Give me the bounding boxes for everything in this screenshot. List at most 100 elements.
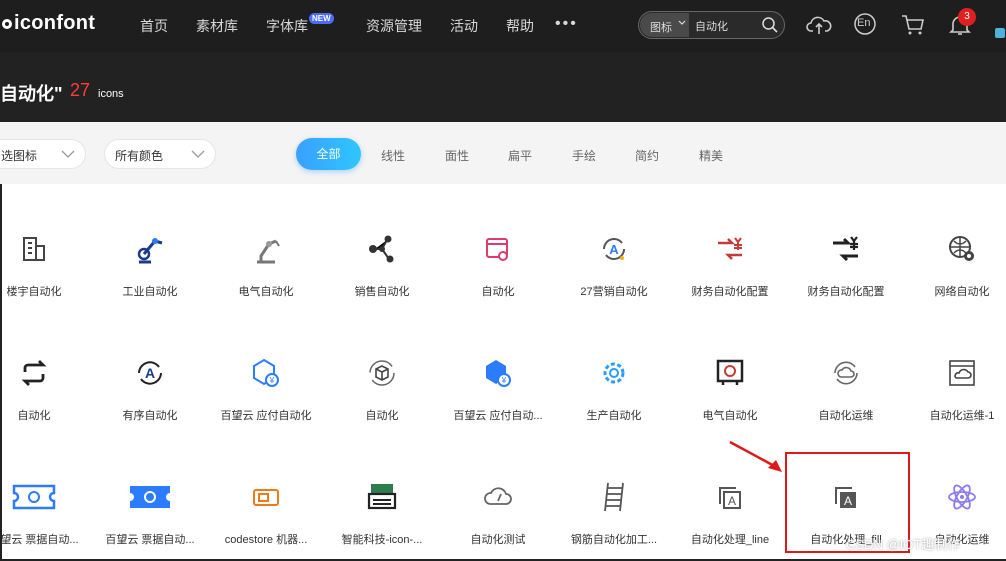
card-orange-icon — [253, 489, 279, 506]
icon-label: 自动化 — [17, 410, 51, 422]
tab-fill[interactable]: 面性 — [445, 147, 469, 164]
tab-line[interactable]: 线性 — [381, 147, 405, 164]
svg-text:A: A — [145, 365, 155, 381]
results-count: 27 — [70, 80, 91, 100]
icon-card[interactable]: 百望云 票据自动... — [0, 432, 92, 556]
icon-card[interactable]: 财务自动化配置 — [672, 184, 788, 308]
tab-simple[interactable]: 简约 — [635, 147, 659, 164]
search-type-label: 图标 — [650, 22, 672, 34]
search-box: 图标 自动化 — [638, 11, 785, 39]
chevron-down-icon — [191, 150, 205, 158]
icon-label: 百望云 应付自动... — [453, 410, 543, 422]
ladder-icon — [604, 482, 624, 512]
watermark: CSDN @IOT趣制作 — [846, 537, 961, 552]
sync-icon — [21, 360, 47, 386]
nav-item-events[interactable]: 活动 — [450, 16, 478, 36]
finance-dark-icon — [833, 236, 858, 262]
logo-text: iconfont — [14, 12, 96, 34]
icon-card[interactable]: ¥ 百望云 应付自动... — [440, 308, 556, 432]
gear-blue-icon — [603, 362, 625, 384]
finance-red-icon — [718, 237, 742, 260]
printer-icon — [367, 484, 397, 510]
icon-label: 销售自动化 — [354, 286, 410, 298]
color-select[interactable]: 所有颜色 — [104, 139, 216, 169]
top-nav-bar: iconfont 首页 素材库 字体库 NEW 资源管理 活动 帮助 ••• 图标… — [0, 0, 1006, 52]
main-nav: 首页 素材库 字体库 NEW 资源管理 活动 帮助 — [140, 13, 562, 36]
icon-card[interactable]: 百望云 票据自动... — [92, 432, 208, 556]
network-nodes-icon — [369, 235, 394, 263]
more-menu-icon[interactable]: ••• — [555, 15, 578, 33]
icon-card[interactable]: 工业自动化 — [92, 184, 208, 308]
icon-label: codestore 机器... — [224, 534, 308, 546]
icon-card[interactable]: 自动化测试 — [440, 432, 556, 556]
icon-card[interactable]: 自动化运维-1 — [904, 308, 1006, 432]
icon-label: 27营销自动化 — [580, 286, 648, 298]
icon-label: 百望云 票据自动... — [0, 534, 79, 546]
color-select-label: 所有颜色 — [115, 149, 164, 163]
icon-card[interactable]: 网络自动化 — [904, 184, 1006, 308]
results-unit: icons — [98, 88, 124, 100]
icon-label: 自动化测试 — [470, 534, 526, 546]
frame-left — [0, 184, 2, 561]
hexagon-yen-solid-icon: ¥ — [486, 360, 511, 387]
icon-card[interactable]: A 有序自动化 — [92, 308, 208, 432]
icon-label: 自动化处理_line — [690, 534, 770, 546]
user-avatar-icon[interactable] — [995, 28, 1005, 38]
icon-type-select-label: 选图标 — [1, 149, 38, 163]
icon-label: 自动化 — [365, 410, 399, 422]
icon-label: 财务自动化配置 — [807, 286, 885, 298]
nav-item-materials[interactable]: 素材库 — [196, 16, 238, 36]
icon-card[interactable]: 自动化 — [0, 308, 92, 432]
icon-label: 工业自动化 — [122, 286, 178, 298]
icon-card[interactable]: 电气自动化 — [672, 308, 788, 432]
icon-card[interactable]: 智能科技-icon-... — [324, 432, 440, 556]
icon-label: 电气自动化 — [702, 410, 758, 422]
search-type-select[interactable]: 图标 — [640, 13, 689, 37]
building-icon — [23, 237, 45, 261]
icon-card[interactable]: 自动化运维 — [788, 308, 904, 432]
search-icon[interactable] — [761, 16, 779, 34]
ticket-outline-icon — [12, 484, 56, 510]
results-header: 自动化" 27 icons — [0, 52, 1006, 122]
cloud-cycle-icon — [834, 361, 858, 385]
icon-card[interactable]: 电气自动化 — [208, 184, 324, 308]
icon-card[interactable]: codestore 机器... — [208, 432, 324, 556]
icon-card[interactable]: 楼宇自动化 — [0, 184, 92, 308]
upload-cloud-icon[interactable] — [806, 13, 832, 37]
icon-label: 自动化运维-1 — [929, 410, 995, 422]
hexagon-yen-icon: ¥ — [253, 358, 279, 387]
tab-all[interactable]: 全部 — [296, 138, 361, 170]
icon-card[interactable]: 财务自动化配置 — [788, 184, 904, 308]
icon-card[interactable]: 自动化 — [324, 308, 440, 432]
ticket-solid-icon — [130, 486, 170, 508]
icon-label: 智能科技-icon-... — [341, 534, 423, 546]
icon-label: 生产自动化 — [586, 410, 642, 422]
cart-icon[interactable] — [900, 13, 926, 37]
nav-item-help[interactable]: 帮助 — [506, 16, 534, 36]
nav-item-fonts[interactable]: 字体库 NEW — [266, 13, 334, 36]
logo-mark-icon — [2, 18, 12, 29]
nav-item-home[interactable]: 首页 — [140, 16, 168, 36]
search-input[interactable]: 自动化 — [695, 18, 755, 34]
browser-gear-icon — [486, 238, 508, 261]
tab-handdrawn[interactable]: 手绘 — [572, 147, 596, 164]
panel-gear-icon — [716, 359, 744, 385]
notification-badge: 3 — [958, 8, 976, 26]
icon-card[interactable]: A 27营销自动化 — [556, 184, 672, 308]
icon-card[interactable]: 生产自动化 — [556, 308, 672, 432]
tab-fine[interactable]: 精美 — [699, 147, 723, 164]
cloud-gauge-icon — [484, 487, 512, 505]
svg-text:¥: ¥ — [269, 376, 275, 385]
annotation-arrow-icon — [729, 440, 782, 472]
icon-type-select[interactable]: 选图标 — [0, 139, 86, 169]
icon-label: 自动化运维 — [818, 410, 874, 422]
a-cycle-icon: A — [603, 238, 625, 260]
icon-label: 自动化 — [481, 286, 515, 298]
icon-card[interactable]: ¥ 百望云 应付自动化 — [208, 308, 324, 432]
logo[interactable]: iconfont — [2, 12, 95, 35]
nav-item-resources[interactable]: 资源管理 — [366, 16, 422, 36]
icon-card[interactable]: 钢筋自动化加工... — [556, 432, 672, 556]
icon-card[interactable]: 销售自动化 — [324, 184, 440, 308]
tab-flat[interactable]: 扁平 — [508, 147, 532, 164]
icon-card[interactable]: 自动化 — [440, 184, 556, 308]
